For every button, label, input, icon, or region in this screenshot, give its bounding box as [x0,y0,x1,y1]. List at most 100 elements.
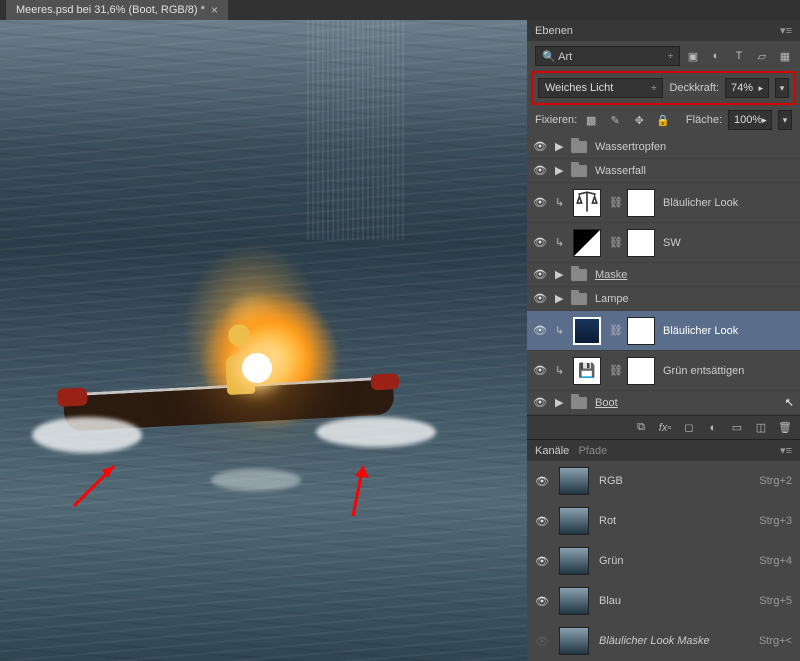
folder-icon [571,141,587,153]
filter-type-icon[interactable]: T [732,49,746,63]
visibility-eye-icon[interactable]: 👁 [533,164,547,177]
visibility-eye-icon[interactable]: 👁 [535,515,549,528]
visibility-eye-icon[interactable]: 👁 [533,268,547,281]
disclosure-icon[interactable]: ▶ [555,292,563,305]
fill-input[interactable]: 100%▸ [728,110,772,130]
layer-row[interactable]: 👁 ▶ Wassertropfen [527,135,800,159]
link-icon[interactable]: ⛓ [609,324,619,337]
layer-name[interactable]: Grün entsättigen [663,365,794,377]
link-icon[interactable]: ⛓ [609,196,619,209]
panel-menu-icon[interactable]: ▾≡ [780,444,792,457]
new-layer-icon[interactable]: ◫ [754,421,768,435]
layer-row[interactable]: 👁▶Boot↖ [527,391,800,415]
channel-row[interactable]: 👁BlauStrg+5 [527,581,800,621]
filter-shape-icon[interactable]: ▱ [755,49,769,63]
disclosure-icon[interactable]: ▶ [555,164,563,177]
disclosure-icon[interactable]: ▶ [555,140,563,153]
lock-move-icon[interactable]: ✥ [631,113,647,127]
visibility-eye-icon[interactable]: 👁 [535,595,549,608]
visibility-eye-icon[interactable]: 👁 [535,475,549,488]
visibility-eye-icon[interactable]: 👁 [533,364,547,377]
group-icon[interactable]: ▭ [730,421,744,435]
fill-stepper[interactable]: ▾ [778,110,792,130]
layer-row[interactable]: 👁 ▶ Lampe [527,287,800,311]
visibility-eye-icon[interactable]: 👁 [533,196,547,209]
opacity-input[interactable]: 74%▸ [725,78,769,98]
blend-mode-select[interactable]: Weiches Licht÷ [538,78,663,98]
channel-row[interactable]: 👁 Rot Strg+3 [527,501,800,541]
fx-icon[interactable]: fx▫ [658,421,672,435]
disclosure-icon[interactable]: ▶ [555,396,563,409]
visibility-eye-icon[interactable]: 👁 [533,140,547,153]
canvas[interactable] [0,20,527,661]
layer-row[interactable]: 👁↳💾⛓Grün entsättigen [527,351,800,391]
channel-row[interactable]: 👁Bläulicher Look MaskeStrg+< [527,621,800,661]
lock-brush-icon[interactable]: ✎ [607,113,623,127]
document-tab-bar: Meeres.psd bei 31,6% (Boot, RGB/8) * × [0,0,800,20]
visibility-eye-icon[interactable]: 👁 [535,555,549,568]
mask-thumb[interactable] [627,229,655,257]
link-layers-icon[interactable]: ⧉ [634,421,648,435]
layer-name[interactable]: Wasserfall [595,165,794,177]
layer-row[interactable]: 👁↳⛓Bläulicher Look [527,311,800,351]
mask-thumb[interactable] [627,189,655,217]
layer-name[interactable]: Bläulicher Look [663,325,794,337]
tab-paths[interactable]: Pfade [578,445,607,457]
layers-panel-label: Ebenen [535,25,573,37]
lock-pixels-icon[interactable]: ▩ [583,113,599,127]
layer-row[interactable]: 👁↳⛓SW [527,223,800,263]
adjustment-thumb[interactable] [573,189,601,217]
visibility-eye-icon[interactable]: 👁 [533,292,547,305]
visibility-eye-icon[interactable]: 👁 [533,236,547,249]
document-title: Meeres.psd bei 31,6% (Boot, RGB/8) * [16,4,205,16]
lock-label: Fixieren: [535,114,577,126]
adjustment-icon[interactable]: ◐ [706,421,720,435]
layer-list[interactable]: 👁▶Wassertropfen👁▶Wasserfall👁↳⛓Bläulicher… [527,135,800,415]
folder-icon [571,293,587,305]
layer-name[interactable]: Wassertropfen [595,141,794,153]
filter-smart-icon[interactable]: ▦ [778,49,792,63]
opacity-stepper[interactable]: ▾ [775,78,789,98]
visibility-eye-icon[interactable]: 👁 [533,396,547,409]
adjustment-thumb[interactable] [573,317,601,345]
adjustment-thumb[interactable] [573,229,601,257]
tab-channels[interactable]: Kanäle [535,445,569,457]
layer-row[interactable]: 👁 ▶ Maske [527,263,800,287]
adjustment-thumb[interactable]: 💾 [573,357,601,385]
link-icon[interactable]: ⛓ [609,364,619,377]
layer-name[interactable]: Lampe [595,293,794,305]
opacity-label: Deckkraft: [669,82,719,94]
channel-list[interactable]: 👁RGBStrg+2👁RotStrg+3👁GrünStrg+4👁BlauStrg… [527,461,800,661]
mask-thumb[interactable] [627,317,655,345]
lock-all-icon[interactable]: 🔒 [655,113,671,127]
filter-type-select[interactable]: 🔍 Art ÷ [535,46,680,66]
link-icon[interactable]: ⛓ [609,236,619,249]
channel-name: Rot [599,515,616,527]
layer-row[interactable]: 👁↳⛓Bläulicher Look [527,183,800,223]
layer-name[interactable]: Boot [595,397,771,409]
document-tab[interactable]: Meeres.psd bei 31,6% (Boot, RGB/8) * × [6,0,228,20]
layer-name[interactable]: SW [663,237,794,249]
trash-icon[interactable]: 🗑 [778,421,792,435]
mask-icon[interactable]: ◻ [682,421,696,435]
layer-name[interactable]: Bläulicher Look [663,197,794,209]
channel-shortcut: Strg+3 [759,515,792,527]
channel-name: Grün [599,555,623,567]
layer-name[interactable]: Maske [595,269,794,281]
channel-name: Blau [599,595,621,607]
channel-row[interactable]: 👁GrünStrg+4 [527,541,800,581]
close-tab-icon[interactable]: × [211,3,218,17]
layer-row[interactable]: 👁 ▶ Wasserfall [527,159,800,183]
visibility-eye-icon[interactable]: 👁 [535,635,549,648]
visibility-eye-icon[interactable]: 👁 [533,324,547,337]
channel-row[interactable]: 👁RGBStrg+2 [527,461,800,501]
panel-menu-icon[interactable]: ▾≡ [780,24,792,37]
filter-image-icon[interactable]: ▣ [686,49,700,63]
mask-thumb[interactable] [627,357,655,385]
filter-adjust-icon[interactable]: ◐ [709,49,723,63]
folder-icon [571,397,587,409]
layers-footer: ⧉ fx▫ ◻ ◐ ▭ ◫ 🗑 [527,415,800,439]
layer-filter-row: 🔍 Art ÷ ▣ ◐ T ▱ ▦ [527,41,800,71]
disclosure-icon[interactable]: ▶ [555,268,563,281]
channel-thumb [559,507,589,535]
